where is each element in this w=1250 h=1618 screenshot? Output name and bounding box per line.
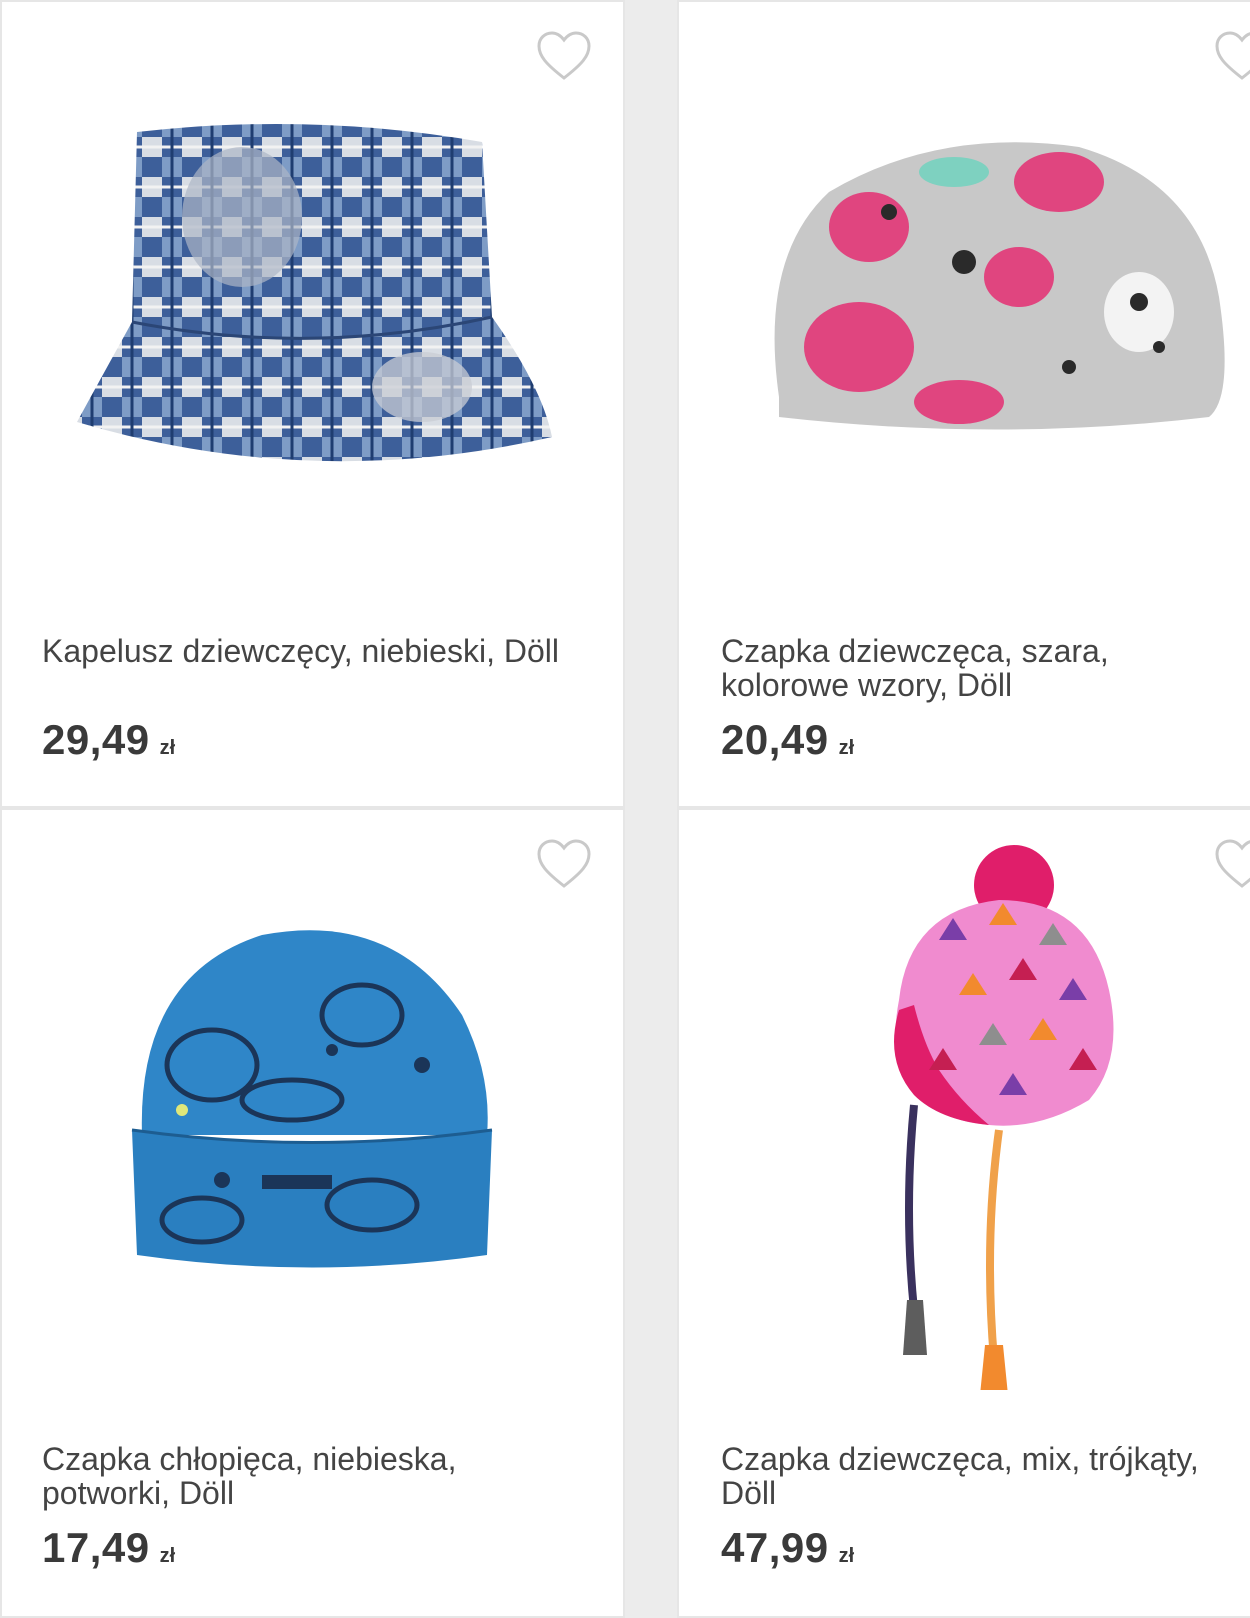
product-card[interactable]: Czapka dziewczęca, szara, kolorowe wzory… [677,0,1250,808]
price-currency: zł [159,737,176,759]
product-card[interactable]: Czapka chłopięca, niebieska, potworki, D… [0,808,625,1618]
price-amount: 47,99 [721,1524,829,1571]
product-price: 17,49 zł [42,1524,175,1572]
pompom-hat-image[interactable] [739,830,1239,1390]
product-price: 20,49 zł [721,716,854,764]
price-amount: 29,49 [42,716,150,763]
bucket-hat-image[interactable] [62,97,562,517]
price-amount: 17,49 [42,1524,150,1571]
product-card[interactable]: Kapelusz dziewczęcy, niebieski, Döll 29,… [0,0,625,808]
product-price: 47,99 zł [721,1524,854,1572]
price-currency: zł [838,737,855,759]
slouchy-beanie-image[interactable] [739,97,1239,517]
product-title[interactable]: Kapelusz dziewczęcy, niebieski, Döll [42,634,562,668]
product-title[interactable]: Czapka chłopięca, niebieska, potworki, D… [42,1442,562,1510]
price-currency: zł [838,1545,855,1567]
heart-outline-icon[interactable] [1214,30,1250,82]
product-price: 29,49 zł [42,716,175,764]
heart-outline-icon[interactable] [536,30,592,82]
product-title[interactable]: Czapka dziewczęca, mix, trójkąty, Döll [721,1442,1241,1510]
blue-beanie-image[interactable] [62,905,562,1325]
product-card[interactable]: Czapka dziewczęca, mix, trójkąty, Döll 4… [677,808,1250,1618]
price-amount: 20,49 [721,716,829,763]
price-currency: zł [159,1545,176,1567]
product-title[interactable]: Czapka dziewczęca, szara, kolorowe wzory… [721,634,1241,702]
heart-outline-icon[interactable] [536,838,592,890]
